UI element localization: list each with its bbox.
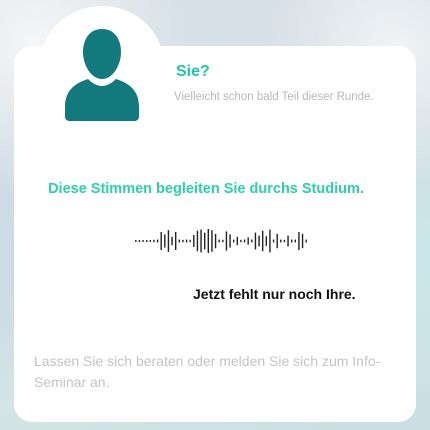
waveform-bar — [225, 231, 228, 251]
waveform-bar — [272, 239, 275, 243]
waveform-bar — [171, 236, 173, 246]
profile-subtitle: Vielleicht schon bald Teil dieser Runde. — [174, 91, 374, 103]
waveform-bar — [261, 230, 264, 252]
waveform-bar — [145, 240, 148, 242]
waveform-bar — [178, 239, 181, 243]
waveform-bar — [174, 232, 177, 250]
waveform-bar — [280, 239, 282, 243]
profile-title: Sie? — [176, 63, 210, 80]
waveform-bar — [149, 240, 152, 242]
waveform-bar — [203, 232, 206, 250]
voices-headline: Diese Stimmen begleiten Sie durchs Studi… — [48, 181, 364, 197]
waveform-bar — [236, 236, 239, 246]
waveform-bar — [269, 229, 271, 253]
waveform-bar — [222, 239, 224, 243]
waveform-bar — [200, 229, 202, 253]
waveform-bar — [232, 239, 235, 243]
waveform-bar — [276, 233, 278, 249]
waveform-bar — [287, 235, 289, 247]
waveform-bar — [164, 234, 166, 248]
waveform-bar — [229, 234, 231, 248]
waveform-bar — [160, 232, 162, 250]
waveform-bar — [251, 239, 253, 243]
waveform-bar — [247, 237, 249, 245]
waveform-bar — [153, 239, 155, 243]
waveform-bar — [301, 233, 304, 249]
waveform-bar — [189, 239, 191, 243]
waveform-bar — [182, 239, 184, 243]
waveform-bar — [207, 229, 210, 253]
consultation-cta[interactable]: Lassen Sie sich beraten oder melden Sie … — [34, 351, 404, 393]
waveform-bar — [142, 240, 144, 242]
waveform-bar — [156, 239, 159, 243]
waveform-bar — [283, 239, 286, 243]
waveform-bar — [240, 239, 242, 243]
waveform-bar — [211, 230, 213, 252]
missing-voice-text: Jetzt fehlt nur noch Ihre. — [193, 286, 356, 302]
waveform-bar — [298, 232, 300, 250]
audio-waveform-icon[interactable] — [134, 229, 308, 253]
waveform-bar — [167, 230, 170, 252]
waveform-bar — [193, 235, 195, 247]
waveform-bar — [305, 239, 307, 243]
waveform-bar — [214, 233, 217, 249]
waveform-bar — [290, 239, 293, 243]
waveform-bar — [243, 239, 246, 243]
waveform-bar — [294, 239, 297, 243]
waveform-bar — [218, 239, 220, 243]
waveform-bar — [258, 235, 260, 247]
waveform-bar — [265, 236, 268, 246]
waveform-bar — [138, 240, 141, 242]
waveform-bar — [135, 240, 137, 242]
waveform-bar — [254, 232, 257, 250]
waveform-bar — [196, 230, 199, 252]
person-icon — [63, 27, 141, 121]
waveform-bar — [185, 239, 188, 243]
